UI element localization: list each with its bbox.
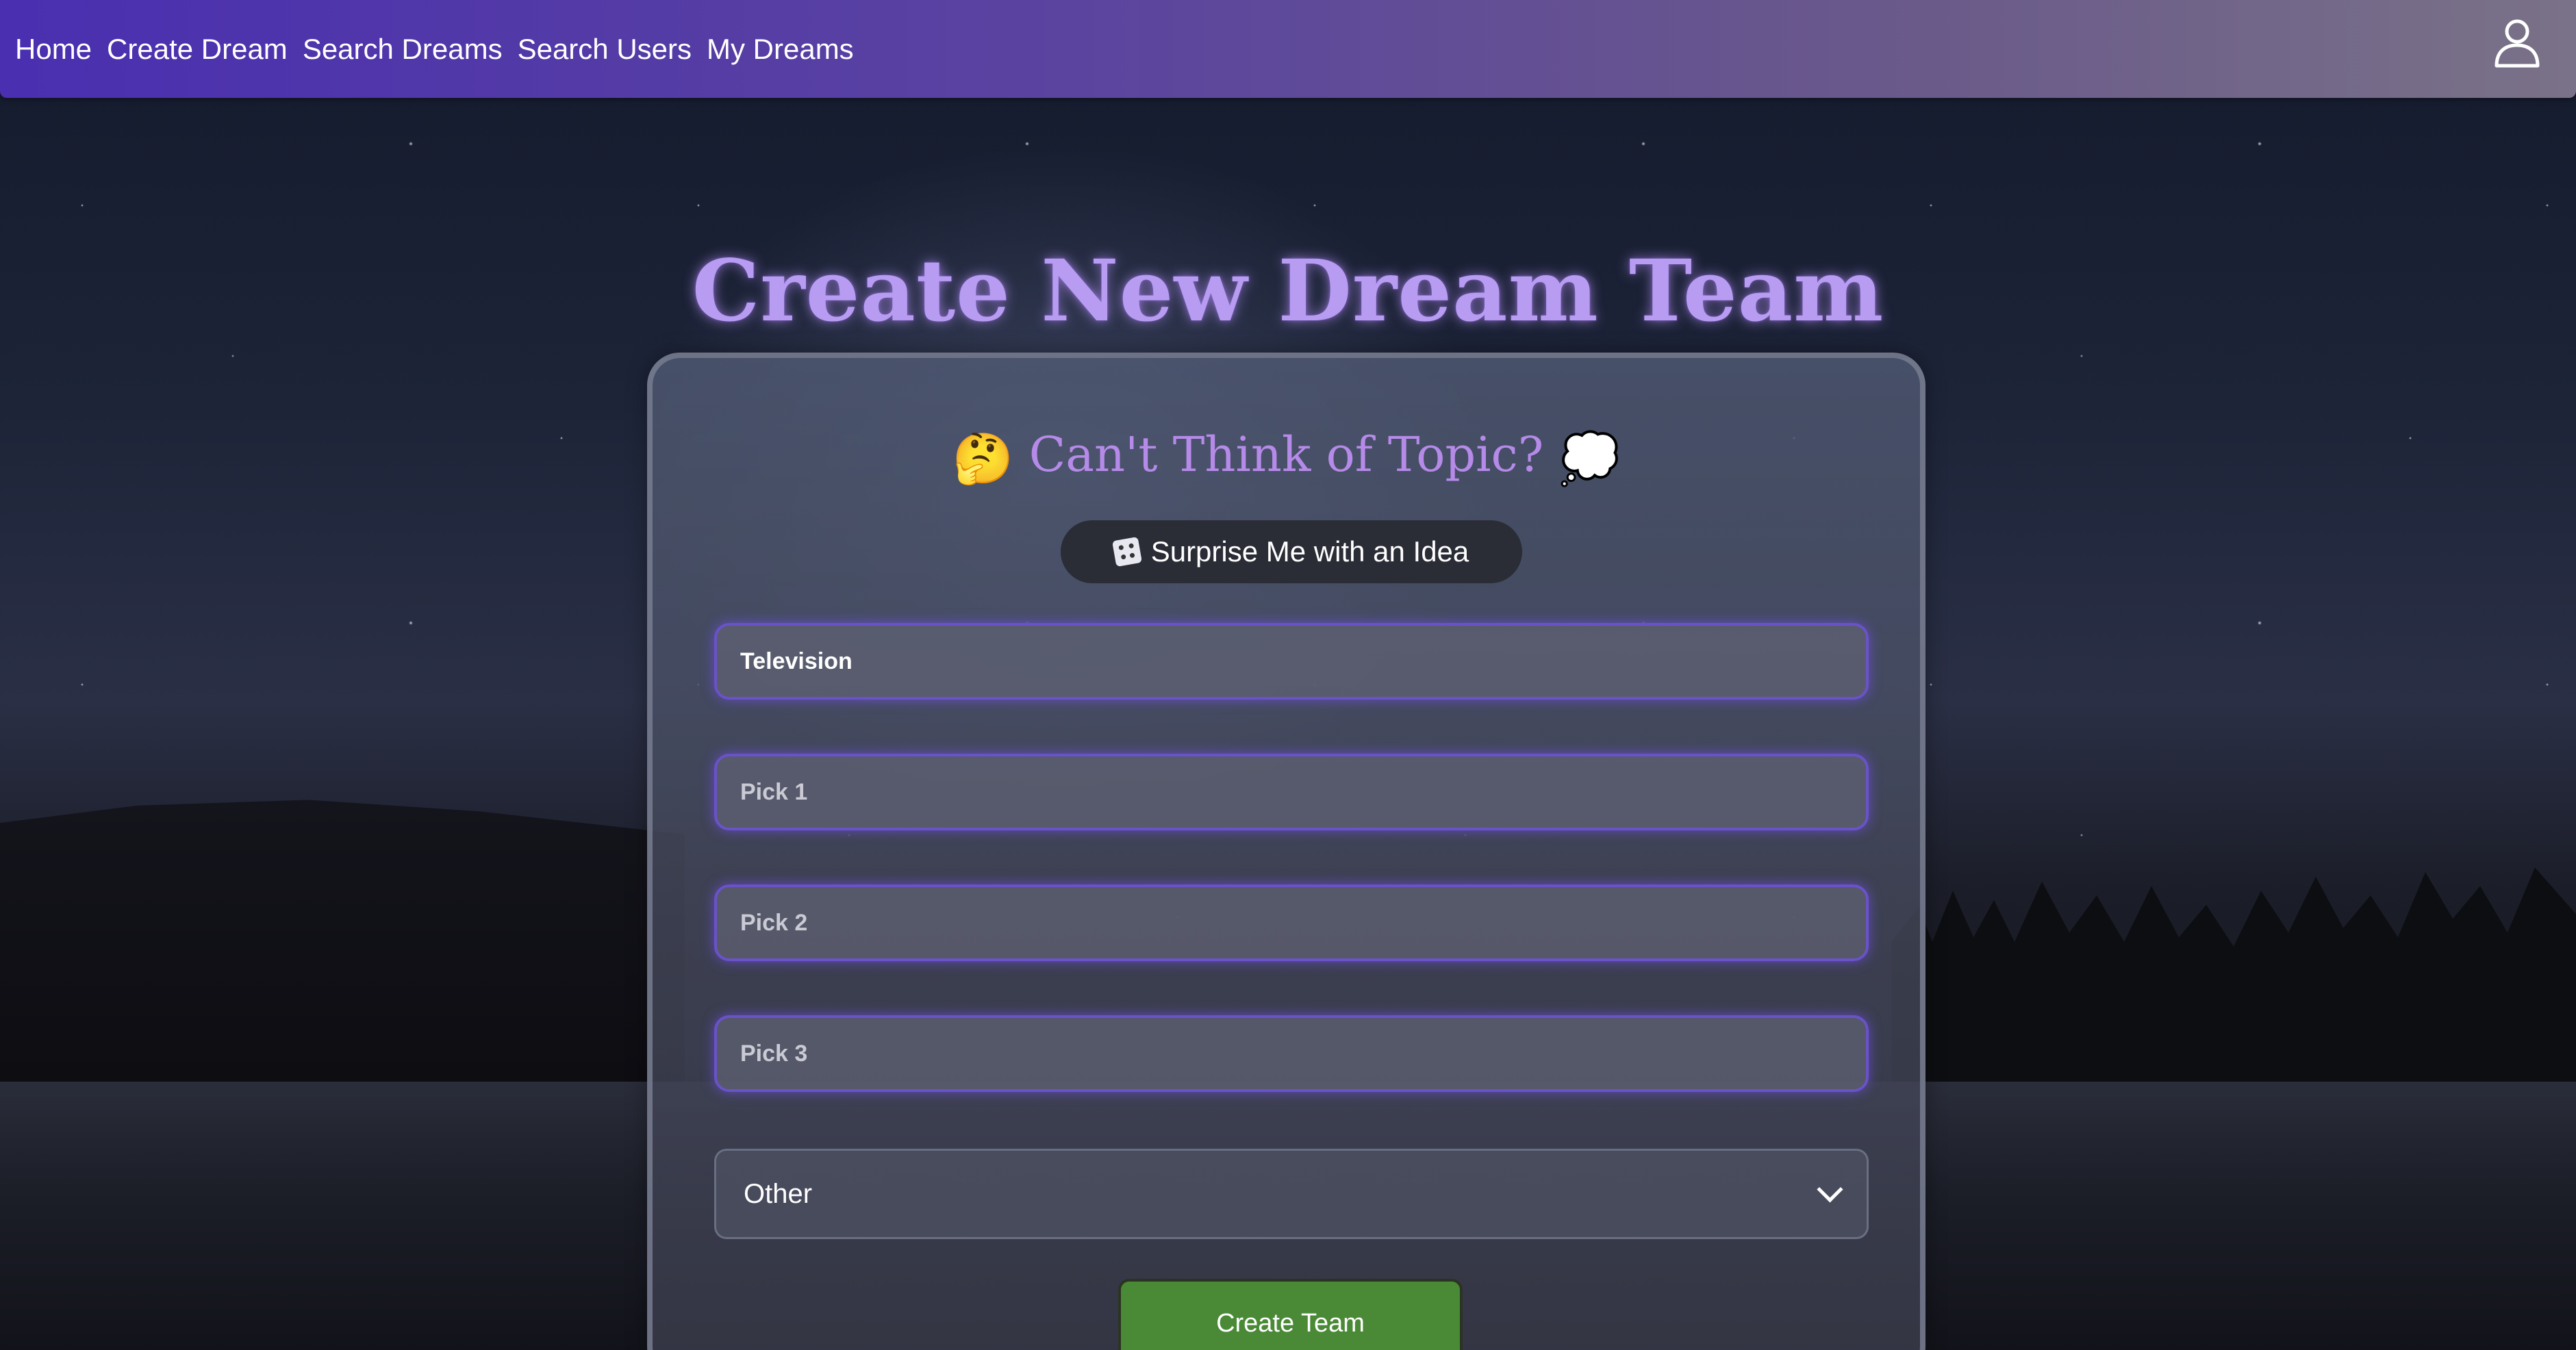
surprise-me-label: Surprise Me with an Idea xyxy=(1150,535,1469,568)
surprise-me-button[interactable]: Surprise Me with an Idea xyxy=(1061,520,1522,583)
topic-heading-text: Can't Think of Topic? xyxy=(1028,426,1544,483)
pick-1-input[interactable] xyxy=(714,754,1869,830)
page-title: Create New Dream Team xyxy=(692,242,1884,342)
thinking-face-icon: 🤔 xyxy=(952,429,1014,487)
category-select[interactable]: Other xyxy=(714,1149,1869,1239)
category-select-value: Other xyxy=(744,1178,813,1209)
pick-2-input[interactable] xyxy=(714,884,1869,961)
nav-search-users-link[interactable]: Search Users xyxy=(518,33,692,66)
create-team-button[interactable]: Create Team xyxy=(1118,1279,1463,1350)
nav-links: Home Create Dream Search Dreams Search U… xyxy=(15,33,854,66)
nav-search-dreams-link[interactable]: Search Dreams xyxy=(303,33,503,66)
user-icon[interactable] xyxy=(2491,16,2543,68)
nav-create-dream-link[interactable]: Create Dream xyxy=(107,33,288,66)
topic-input[interactable] xyxy=(714,623,1869,700)
create-team-card: 🤔 Can't Think of Topic? 💭 Surprise Me wi… xyxy=(647,353,1925,1350)
dice-icon xyxy=(1111,536,1142,568)
nav-home-link[interactable]: Home xyxy=(15,33,92,66)
thought-bubble-icon: 💭 xyxy=(1558,429,1621,487)
hill-silhouette xyxy=(0,800,685,1082)
chevron-down-icon xyxy=(1817,1175,1843,1203)
nav-my-dreams-link[interactable]: My Dreams xyxy=(707,33,854,66)
navbar: Home Create Dream Search Dreams Search U… xyxy=(0,0,2576,98)
topic-heading: 🤔 Can't Think of Topic? 💭 xyxy=(653,426,1920,488)
pick-3-input[interactable] xyxy=(714,1015,1869,1092)
